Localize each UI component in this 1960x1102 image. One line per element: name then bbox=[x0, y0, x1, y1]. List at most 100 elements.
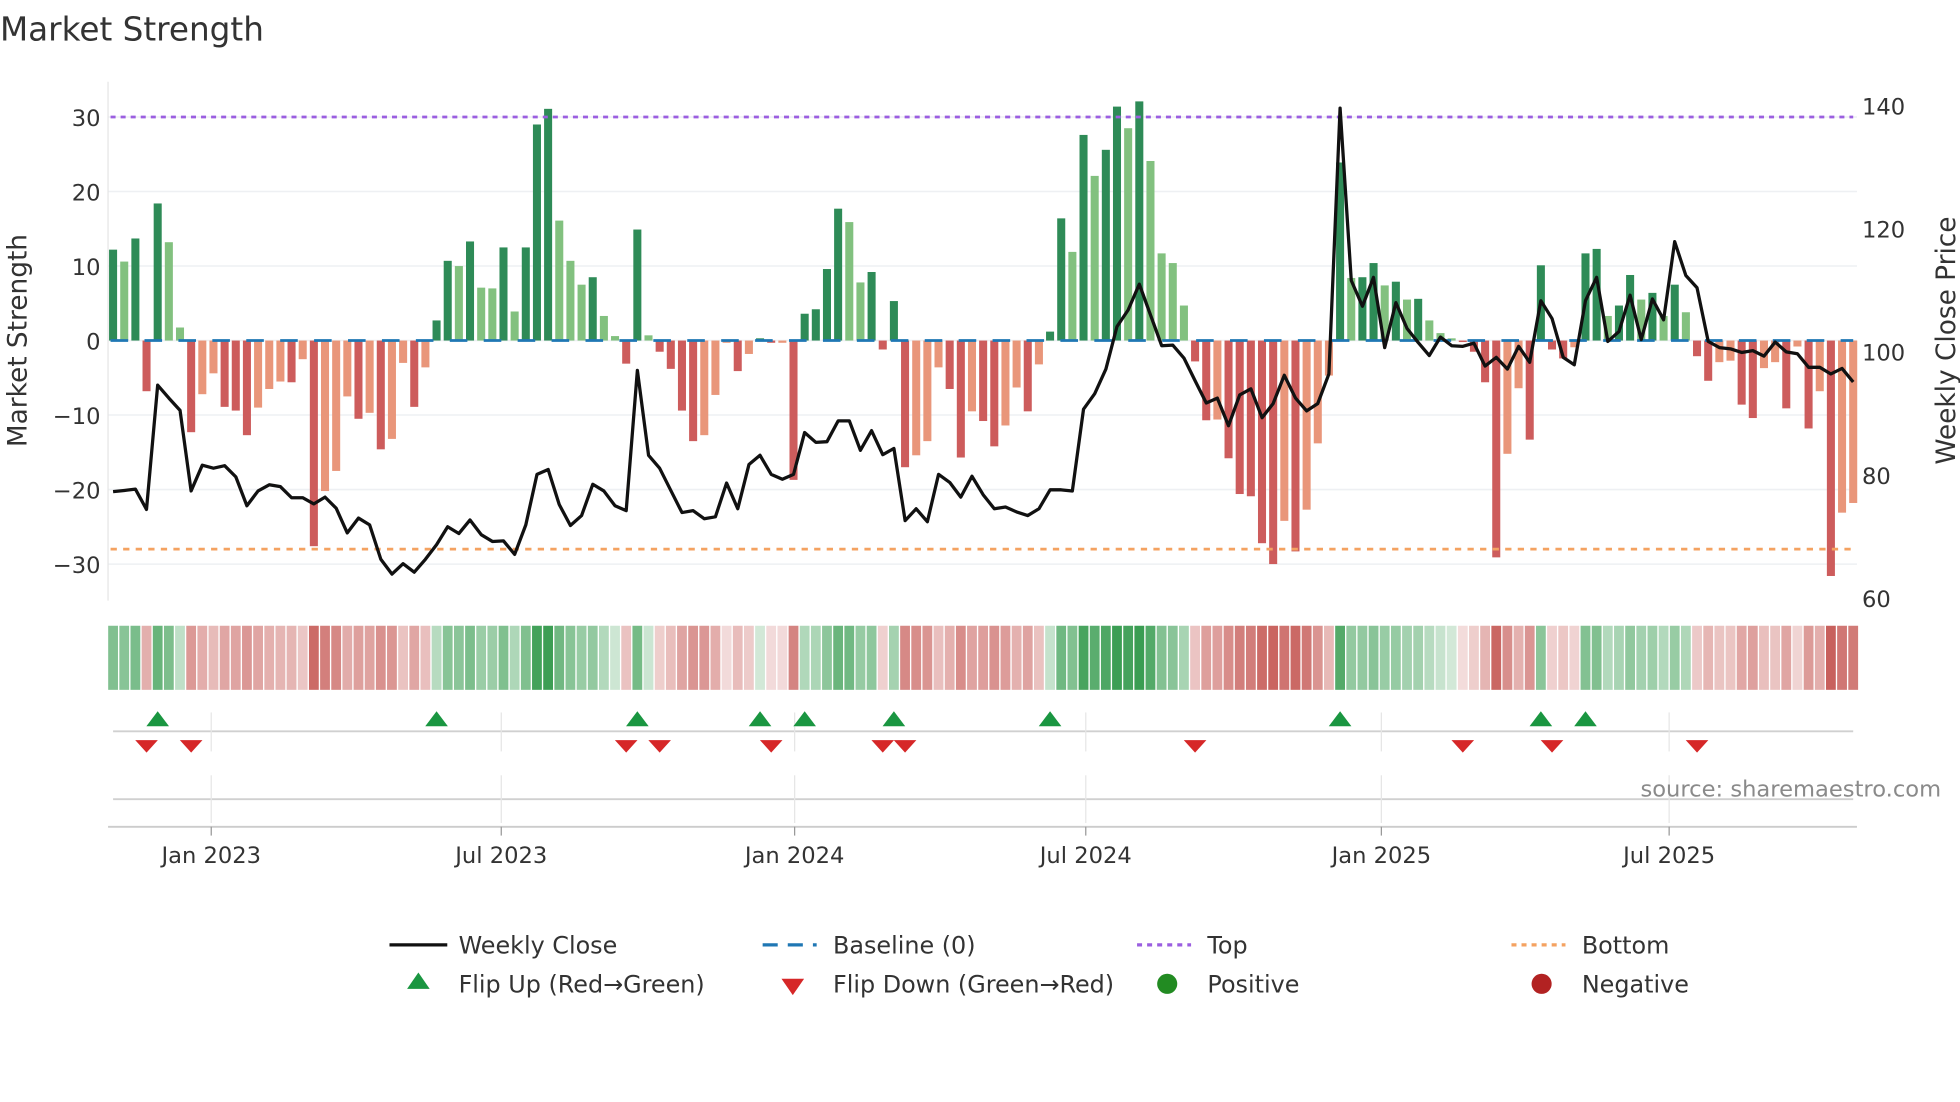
strip-cell bbox=[1747, 625, 1758, 690]
strength-bar bbox=[1112, 106, 1122, 341]
strip-cell bbox=[1424, 625, 1435, 690]
strip-cell bbox=[1112, 625, 1122, 690]
legend-label: Top bbox=[1206, 932, 1247, 960]
strength-bar bbox=[555, 220, 564, 341]
strip-cell bbox=[1324, 625, 1334, 690]
strip-cell bbox=[1547, 625, 1557, 690]
x-axis: Jan 2023 Jul 2023 Jan 2024 Jul 2024 Jan 2025… bbox=[108, 825, 1857, 869]
y2-tick-label: 80 bbox=[1862, 464, 1891, 490]
strip-cell bbox=[587, 625, 598, 690]
chart-title: Market Strength bbox=[0, 10, 264, 48]
strip-cell bbox=[130, 625, 141, 690]
legend: Weekly Close Baseline (0) Top Bottom Fli… bbox=[389, 932, 1689, 999]
legend-item-top[interactable]: Top bbox=[1137, 932, 1248, 960]
strength-bar bbox=[912, 340, 921, 456]
strip-cell bbox=[1179, 625, 1189, 690]
strip-cell bbox=[1089, 625, 1100, 690]
y-tick-label: 0 bbox=[86, 329, 100, 355]
strength-bar bbox=[265, 340, 274, 389]
strip-cell bbox=[375, 625, 386, 690]
strip-cell bbox=[1636, 625, 1647, 690]
strip-cell bbox=[543, 625, 554, 690]
strength-bar bbox=[153, 203, 162, 341]
strength-bar bbox=[332, 340, 341, 471]
strength-bar bbox=[309, 340, 318, 547]
strip-cell bbox=[1535, 625, 1546, 690]
strip-cell bbox=[1190, 625, 1200, 690]
strength-bar bbox=[901, 340, 910, 468]
x-tick-label: Jul 2023 bbox=[453, 843, 547, 869]
strength-bar bbox=[677, 340, 686, 411]
strength-bar bbox=[655, 340, 664, 352]
legend-item-baseline[interactable]: Baseline (0) bbox=[762, 932, 976, 960]
strip-cell bbox=[922, 625, 933, 690]
strip-cell bbox=[353, 625, 364, 690]
legend-item-flip-up[interactable]: Flip Up (Red→Green) bbox=[407, 971, 705, 999]
legend-label: Flip Down (Green→Red) bbox=[833, 971, 1114, 999]
x-tick-label: Jul 2025 bbox=[1621, 843, 1715, 869]
strip-cell bbox=[743, 625, 754, 690]
strip-cell bbox=[498, 625, 509, 690]
y-tick-label: −30 bbox=[53, 553, 101, 579]
strength-bar bbox=[209, 340, 218, 374]
strip-cell bbox=[1312, 625, 1323, 690]
strength-bar bbox=[443, 260, 452, 341]
strip-cell bbox=[933, 625, 944, 690]
strength-bar bbox=[800, 313, 809, 341]
legend-label: Baseline (0) bbox=[833, 932, 976, 960]
flip-down-marker bbox=[1540, 740, 1564, 753]
strip-cell bbox=[1290, 625, 1301, 690]
strength-bar bbox=[120, 261, 129, 341]
legend-item-flip-down[interactable]: Flip Down (Green→Red) bbox=[781, 971, 1114, 999]
strip-cell bbox=[275, 625, 286, 690]
strip-cell bbox=[1390, 625, 1401, 690]
strength-bar bbox=[967, 340, 977, 412]
legend-item-bottom[interactable]: Bottom bbox=[1511, 932, 1669, 960]
flip-down-marker bbox=[614, 740, 638, 753]
strip-cell bbox=[1257, 625, 1267, 690]
strength-bar bbox=[521, 247, 530, 341]
strip-cell bbox=[989, 625, 1000, 690]
strip-cell bbox=[331, 625, 342, 690]
strength-bar bbox=[1704, 340, 1713, 381]
strip-cell bbox=[1045, 625, 1055, 690]
triangle-up-icon bbox=[407, 972, 430, 989]
strip-cell bbox=[1379, 625, 1390, 690]
strip-cell bbox=[1814, 625, 1825, 690]
strip-cell bbox=[755, 625, 765, 690]
strength-bar bbox=[410, 340, 419, 407]
strip-cell bbox=[677, 625, 687, 690]
positive-dot-icon bbox=[1157, 973, 1178, 994]
strip-cell bbox=[1067, 625, 1078, 690]
strength-bar bbox=[365, 340, 374, 413]
strip-cell bbox=[119, 625, 130, 690]
strip-cell bbox=[1134, 625, 1145, 690]
right-axis-label: Weekly Close Price bbox=[1932, 216, 1960, 464]
strength-bar bbox=[1068, 251, 1077, 341]
legend-item-positive[interactable]: Positive bbox=[1157, 971, 1299, 999]
strip-cell bbox=[944, 625, 955, 690]
strength-bar bbox=[666, 340, 675, 369]
strip-cell bbox=[889, 625, 899, 690]
strip-cell bbox=[1692, 625, 1702, 690]
strip-cell bbox=[431, 625, 442, 690]
strip-cell bbox=[1658, 625, 1669, 690]
legend-item-negative[interactable]: Negative bbox=[1531, 971, 1689, 999]
strip-cell bbox=[465, 625, 475, 690]
legend-item-weekly-close[interactable]: Weekly Close bbox=[389, 932, 617, 960]
strip-cell bbox=[520, 625, 531, 690]
strip-cell bbox=[610, 625, 620, 690]
strip-cell bbox=[197, 625, 208, 690]
strip-cell bbox=[1100, 625, 1111, 690]
x-tick-label: Jan 2025 bbox=[1330, 843, 1432, 869]
strip-cell bbox=[911, 625, 922, 690]
strip-cell bbox=[855, 625, 866, 690]
strength-bar bbox=[164, 242, 173, 341]
strip-cell bbox=[643, 625, 654, 690]
strength-bar bbox=[1179, 305, 1188, 341]
flip-down-marker bbox=[648, 740, 671, 753]
left-axis-ticks: 30 20 10 0 −10 −20 −30 bbox=[53, 106, 101, 579]
strength-bar bbox=[622, 340, 631, 364]
strip-cell bbox=[1502, 625, 1513, 690]
flip-up-marker bbox=[1328, 711, 1352, 727]
